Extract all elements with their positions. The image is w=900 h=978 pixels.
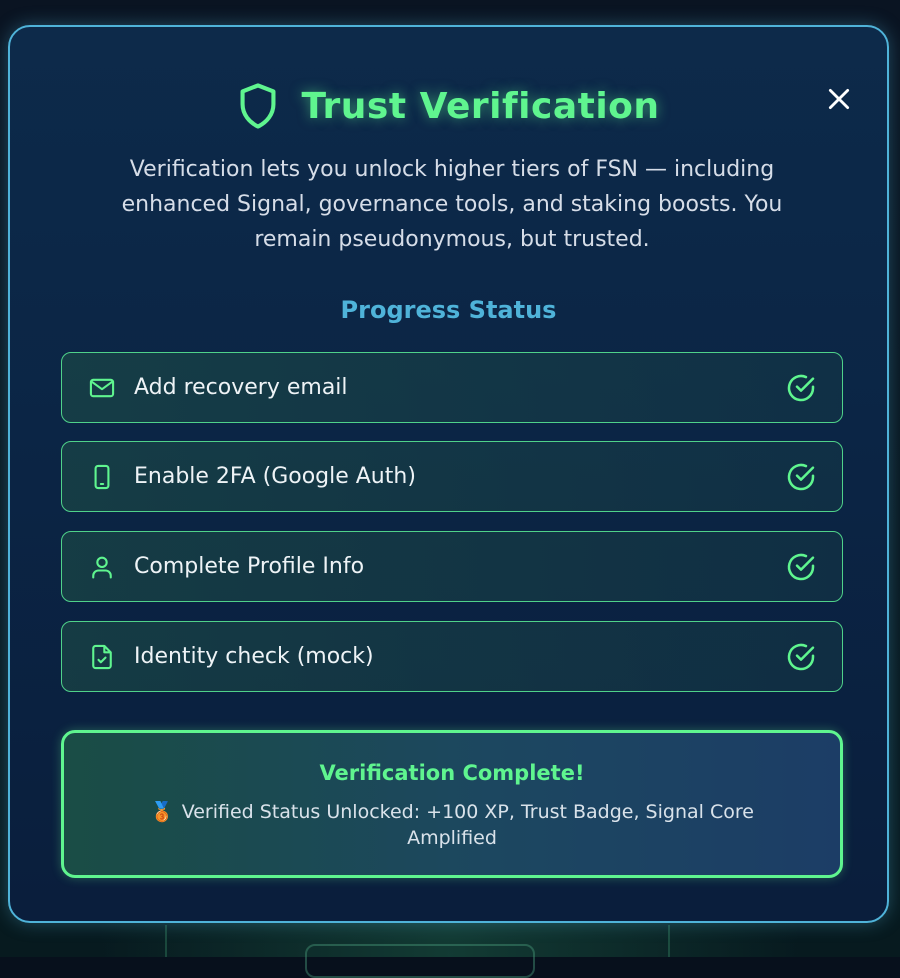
background-line-left bbox=[165, 925, 167, 957]
progress-status-heading: Progress Status bbox=[10, 296, 887, 324]
intro-text: Verification lets you unlock higher tier… bbox=[87, 152, 817, 257]
step-recovery-email: Add recovery email bbox=[61, 352, 843, 423]
file-check-icon bbox=[88, 643, 116, 671]
step-label: Identity check (mock) bbox=[134, 644, 374, 669]
trust-verification-modal: Trust Verification Verification lets you… bbox=[8, 25, 889, 923]
shield-icon bbox=[237, 82, 279, 130]
modal-header: Trust Verification bbox=[10, 82, 887, 130]
medal-icon: 🥉 bbox=[150, 799, 174, 825]
mail-icon bbox=[88, 374, 116, 402]
check-circle-icon bbox=[785, 461, 817, 493]
user-icon bbox=[88, 553, 116, 581]
step-label: Complete Profile Info bbox=[134, 554, 364, 579]
step-label: Add recovery email bbox=[134, 375, 348, 400]
modal-title: Trust Verification bbox=[301, 86, 659, 127]
close-icon[interactable] bbox=[826, 86, 852, 112]
background-button-outline bbox=[305, 944, 535, 978]
check-circle-icon bbox=[785, 641, 817, 673]
verification-complete-panel: Verification Complete! 🥉 Verified Status … bbox=[61, 730, 843, 878]
step-label: Enable 2FA (Google Auth) bbox=[134, 464, 416, 489]
check-circle-icon bbox=[785, 551, 817, 583]
step-enable-2fa: Enable 2FA (Google Auth) bbox=[61, 441, 843, 512]
phone-icon bbox=[88, 463, 116, 491]
background-line-right bbox=[668, 925, 670, 957]
complete-message-text: Verified Status Unlocked: +100 XP, Trust… bbox=[182, 801, 754, 849]
check-circle-icon bbox=[785, 372, 817, 404]
step-identity-check: Identity check (mock) bbox=[61, 621, 843, 692]
step-profile-info: Complete Profile Info bbox=[61, 531, 843, 602]
complete-message: 🥉 Verified Status Unlocked: +100 XP, Trus… bbox=[124, 799, 780, 851]
complete-title: Verification Complete! bbox=[64, 761, 840, 785]
